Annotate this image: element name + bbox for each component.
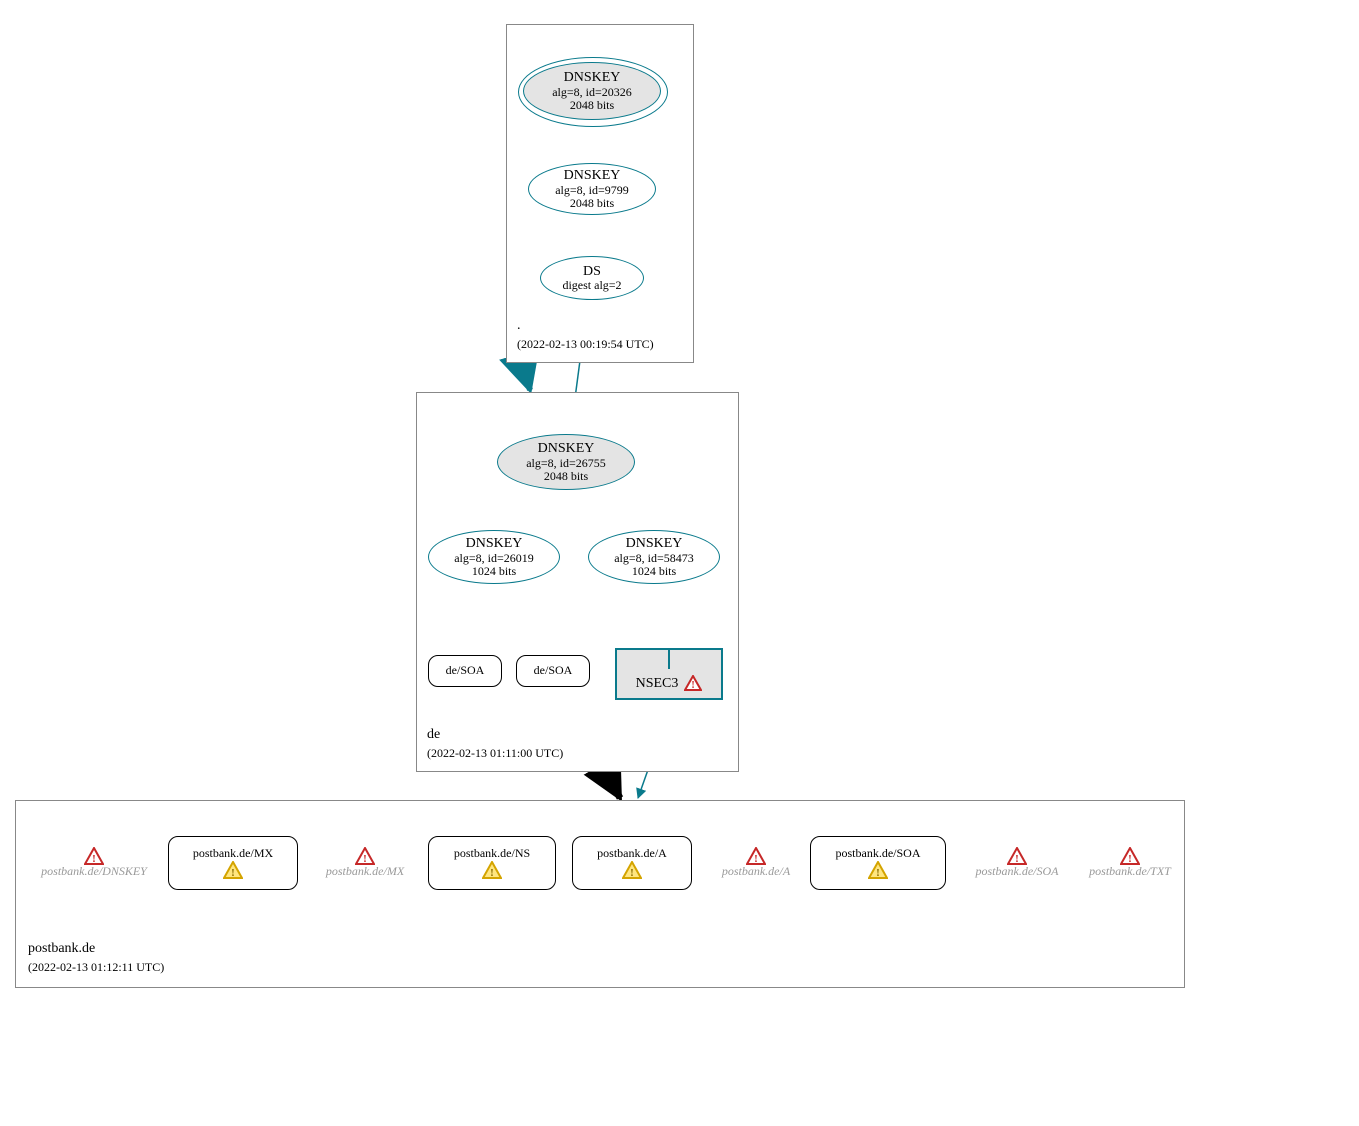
- leaf-mx-warn[interactable]: postbank.de/MX !: [168, 836, 298, 890]
- leaf-txt-error[interactable]: ! postbank.de/TXT: [1078, 838, 1182, 888]
- root-ksk[interactable]: DNSKEY alg=8, id=20326 2048 bits: [523, 62, 661, 120]
- de-soa-2-label: de/SOA: [534, 664, 573, 677]
- de-soa-1-label: de/SOA: [446, 664, 485, 677]
- root-ksk-title: DNSKEY: [564, 70, 621, 85]
- root-zsk-alg: alg=8, id=9799: [555, 184, 629, 197]
- dnssec-graph: . (2022-02-13 00:19:54 UTC) DNSKEY alg=8…: [0, 0, 1359, 1126]
- nsec3-tabs: [668, 650, 670, 669]
- root-zsk-bits: 2048 bits: [570, 197, 614, 210]
- root-ds-title: DS: [583, 264, 601, 279]
- zone-leaf-label: postbank.de: [28, 941, 95, 957]
- de-ksk-alg: alg=8, id=26755: [526, 457, 606, 470]
- de-soa-2[interactable]: de/SOA: [516, 655, 590, 687]
- leaf-ns-warn-label: postbank.de/NS: [454, 847, 530, 860]
- de-zsk2-bits: 1024 bits: [632, 565, 676, 578]
- root-ds[interactable]: DS digest alg=2: [540, 256, 644, 300]
- leaf-ns-warn[interactable]: postbank.de/NS !: [428, 836, 556, 890]
- svg-text:!: !: [876, 867, 880, 879]
- leaf-dnskey-error[interactable]: ! postbank.de/DNSKEY: [28, 838, 160, 888]
- error-icon: !: [84, 847, 104, 865]
- svg-text:!: !: [231, 867, 235, 879]
- de-zsk2[interactable]: DNSKEY alg=8, id=58473 1024 bits: [588, 530, 720, 584]
- leaf-soa-error[interactable]: ! postbank.de/SOA: [960, 838, 1074, 888]
- error-icon: !: [1120, 847, 1140, 865]
- root-ds-alg: digest alg=2: [562, 279, 621, 292]
- de-zsk1-alg: alg=8, id=26019: [454, 552, 534, 565]
- error-icon: !: [355, 847, 375, 865]
- zone-leaf: postbank.de (2022-02-13 01:12:11 UTC): [15, 800, 1185, 988]
- error-icon: !: [1007, 847, 1027, 865]
- leaf-txt-err-label: postbank.de/TXT: [1089, 865, 1171, 878]
- de-nsec3[interactable]: NSEC3 !: [615, 648, 723, 700]
- leaf-mx-error[interactable]: ! postbank.de/MX: [310, 838, 420, 888]
- de-zsk1-title: DNSKEY: [466, 536, 523, 551]
- de-nsec3-label: NSEC3: [636, 676, 679, 691]
- leaf-a-warn[interactable]: postbank.de/A !: [572, 836, 692, 890]
- de-soa-1[interactable]: de/SOA: [428, 655, 502, 687]
- leaf-soa-warn-label: postbank.de/SOA: [836, 847, 921, 860]
- root-ksk-alg: alg=8, id=20326: [552, 86, 632, 99]
- de-zsk2-alg: alg=8, id=58473: [614, 552, 694, 565]
- svg-text:!: !: [692, 680, 695, 691]
- de-zsk1-bits: 1024 bits: [472, 565, 516, 578]
- error-icon: !: [684, 675, 702, 691]
- de-ksk[interactable]: DNSKEY alg=8, id=26755 2048 bits: [497, 434, 635, 490]
- edge-root-de-delegation: [522, 363, 530, 390]
- warning-icon: !: [223, 861, 243, 879]
- leaf-a-error[interactable]: ! postbank.de/A: [706, 838, 806, 888]
- zone-leaf-timestamp: (2022-02-13 01:12:11 UTC): [28, 960, 164, 975]
- de-ksk-bits: 2048 bits: [544, 470, 588, 483]
- leaf-soa-err-label: postbank.de/SOA: [976, 865, 1059, 878]
- svg-text:!: !: [630, 867, 634, 879]
- warning-icon: !: [868, 861, 888, 879]
- zone-de-timestamp: (2022-02-13 01:11:00 UTC): [427, 746, 563, 761]
- leaf-mx-warn-label: postbank.de/MX: [193, 847, 273, 860]
- leaf-mx-err-label: postbank.de/MX: [326, 865, 404, 878]
- de-ksk-title: DNSKEY: [538, 441, 595, 456]
- leaf-dnskey-label: postbank.de/DNSKEY: [41, 865, 147, 878]
- root-zsk[interactable]: DNSKEY alg=8, id=9799 2048 bits: [528, 163, 656, 215]
- error-icon: !: [746, 847, 766, 865]
- warning-icon: !: [482, 861, 502, 879]
- de-zsk2-title: DNSKEY: [626, 536, 683, 551]
- root-ksk-bits: 2048 bits: [570, 99, 614, 112]
- svg-text:!: !: [490, 867, 494, 879]
- zone-root-label: .: [517, 318, 521, 334]
- zone-de-label: de: [427, 727, 440, 743]
- de-zsk1[interactable]: DNSKEY alg=8, id=26019 1024 bits: [428, 530, 560, 584]
- zone-root-timestamp: (2022-02-13 00:19:54 UTC): [517, 337, 654, 352]
- edge-de-leaf-delegation: [606, 772, 620, 798]
- root-zsk-title: DNSKEY: [564, 168, 621, 183]
- leaf-soa-warn[interactable]: postbank.de/SOA !: [810, 836, 946, 890]
- leaf-a-err-label: postbank.de/A: [722, 865, 790, 878]
- warning-icon: !: [622, 861, 642, 879]
- leaf-a-warn-label: postbank.de/A: [597, 847, 667, 860]
